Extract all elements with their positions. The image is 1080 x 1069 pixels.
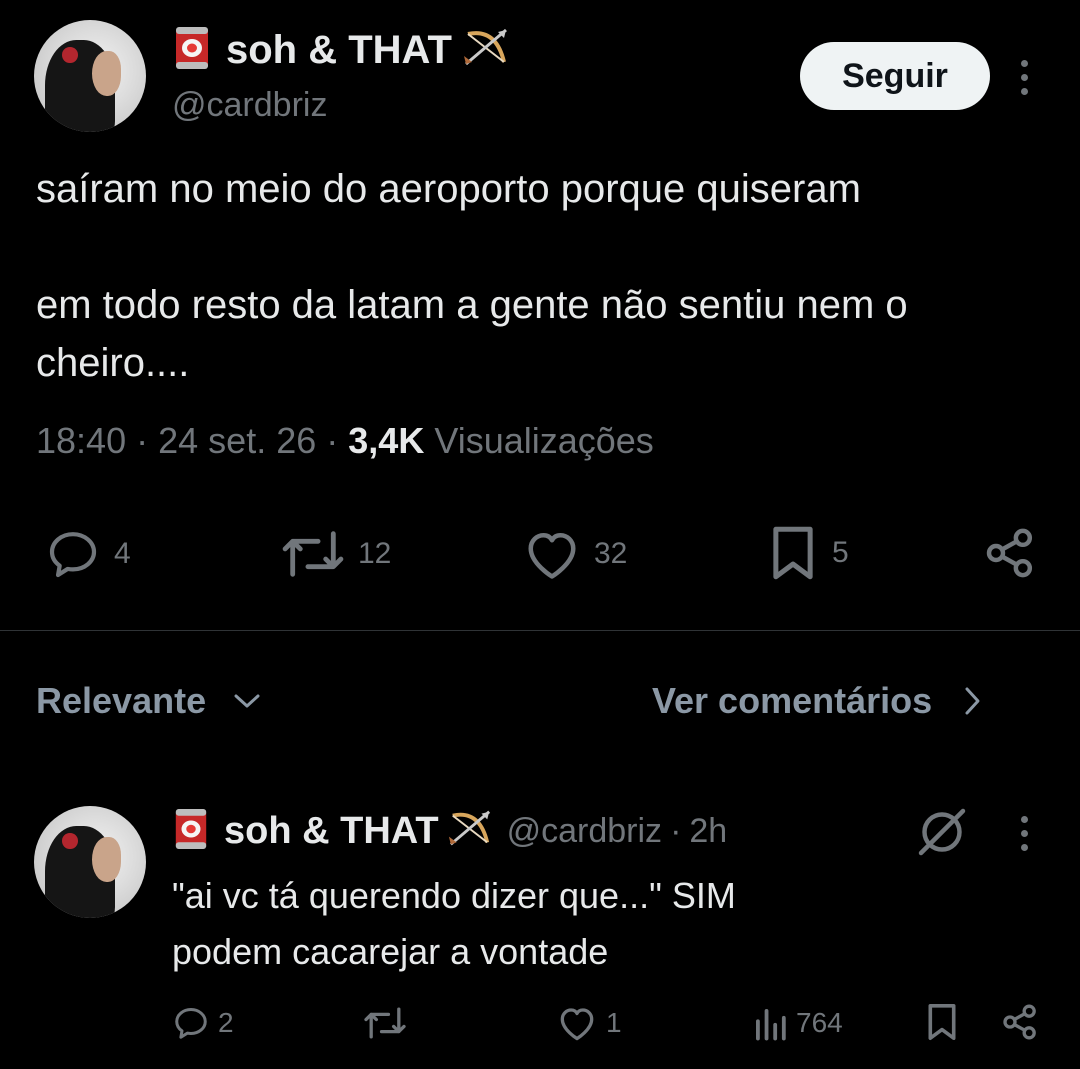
tweet-date[interactable]: 24 set. 26 [158,420,316,461]
view-comments-link[interactable]: Ver comentários [652,680,982,722]
reply-reply-button[interactable]: 2 [172,1004,234,1042]
bookmark-count: 5 [832,536,849,569]
reply-share-button[interactable] [1000,1002,1040,1042]
reply-time[interactable]: 2h [689,812,727,851]
like-count: 32 [594,537,628,570]
canned-food-icon [172,805,210,858]
chevron-down-icon [234,694,260,708]
bookmark-icon [773,526,813,580]
meta-separator: · [326,420,339,461]
views-icon [756,1009,786,1041]
reply-reply-count: 2 [218,1007,234,1038]
retweet-icon [282,531,344,577]
reply-icon [49,532,97,578]
bow-and-arrow-icon [460,24,512,77]
view-comments-label: Ver comentários [652,680,933,721]
share-icon [1003,1004,1036,1040]
author-display-name[interactable]: soh & THAT [226,28,452,73]
tweet-meta: 18:40 · 24 set. 26 · 3,4K Visualizações [36,420,654,462]
bookmark-icon [928,1004,956,1040]
retweet-count: 12 [358,537,392,570]
divider [0,630,1080,631]
more-dots-icon[interactable] [1016,60,1032,102]
like-button[interactable]: 32 [522,526,627,582]
reply-separator: · [670,811,682,850]
reply-author-name[interactable]: soh & THAT [224,810,439,853]
reply-views-count: 764 [796,1007,843,1038]
views-count: 3,4K [348,420,425,461]
reply-avatar[interactable] [34,806,146,918]
sort-label: Relevante [36,680,207,721]
reply-button[interactable]: 4 [44,526,131,582]
avatar[interactable] [34,20,146,132]
grok-icon[interactable] [914,804,970,865]
canned-food-icon [172,23,212,78]
retweet-icon [364,1007,406,1039]
tweet-text: saíram no meio do aeroporto porque quise… [36,167,908,385]
share-icon [986,528,1033,578]
sort-dropdown[interactable]: Relevante [36,680,262,722]
reply-count: 4 [114,537,131,570]
reply-bookmark-button[interactable] [924,1002,960,1042]
meta-separator: · [136,420,149,461]
reply-author-handle[interactable]: @cardbriz [507,812,662,851]
reply-like-button[interactable]: 1 [556,1004,622,1042]
bookmark-button[interactable]: 5 [766,524,849,582]
reply-author-row[interactable]: soh & THAT @cardbriz · 2h [172,806,727,856]
bow-and-arrow-icon [445,806,495,857]
reply-like-count: 1 [606,1007,622,1038]
author-name-row[interactable]: soh & THAT [172,24,512,76]
reply-more-dots-icon[interactable] [1016,816,1032,858]
retweet-button[interactable]: 12 [280,526,391,582]
reply-icon [175,1008,207,1039]
views-label: Visualizações [434,420,654,461]
reply-text: "ai vc tá querendo dizer que..." SIM pod… [172,875,736,972]
reply-retweet-button[interactable] [362,1004,408,1042]
share-button[interactable] [982,524,1038,582]
follow-button[interactable]: Seguir [800,42,990,110]
reply-views-button[interactable]: 764 [752,1004,843,1042]
tweet-time[interactable]: 18:40 [36,420,126,461]
author-handle[interactable]: @cardbriz [172,86,327,125]
heart-icon [528,533,576,579]
heart-icon [560,1008,594,1041]
chevron-right-icon [965,687,980,715]
